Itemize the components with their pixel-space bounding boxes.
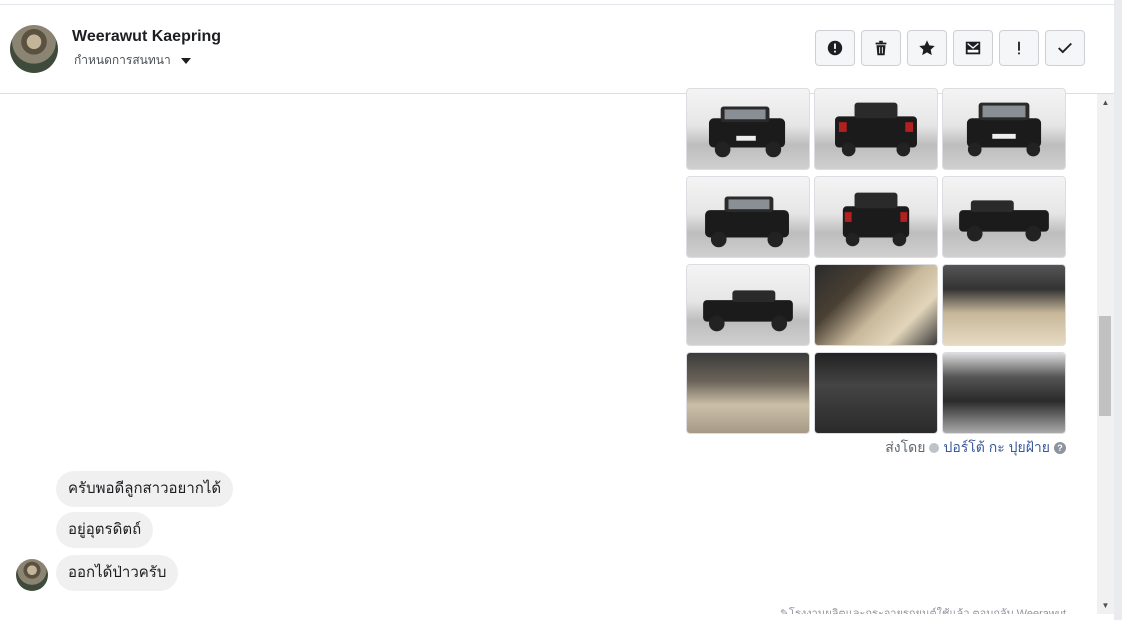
scroll-up-arrow-icon[interactable]: ▲ [1097,94,1114,111]
photo-engine-bay[interactable] [942,352,1066,434]
exclamation-icon [1018,41,1020,55]
header-actions [815,30,1085,66]
spam-button[interactable] [999,30,1039,66]
photo-door-panel[interactable] [814,264,938,346]
mark-unread-button[interactable] [953,30,993,66]
photo-truck-side[interactable] [942,176,1066,258]
photo-dashboard[interactable] [942,264,1066,346]
message-bubble[interactable]: อยู่อุตรดิตถ์ [56,512,154,548]
mark-unread-icon [965,41,981,55]
done-button[interactable] [1045,30,1085,66]
photo-truck-front-left-2[interactable] [686,176,810,258]
contact-avatar[interactable] [10,25,58,73]
conversation-settings-label: กำหนดการสนทนา [74,53,171,67]
contact-name[interactable]: Weerawut Kaepring [72,28,221,46]
sent-by-author-link[interactable]: ปอร์โต้ กะ ปุยฝ้าย [943,437,1050,459]
scroll-down-arrow-icon[interactable]: ▼ [1097,597,1114,614]
message-bubble[interactable]: ออกได้ป่าวครับ [56,555,179,591]
message-bubble[interactable]: ครับพอดีลูกสาวอยากได้ [56,471,234,507]
reply-footnote: ✎โรงงานผลิตและกระจายรถยนต์ใช้แล้ว ตอบกลั… [779,608,1066,614]
check-icon [1058,42,1072,54]
alert-circle-icon [827,40,843,56]
photo-steering-wheel[interactable] [814,352,938,434]
photo-truck-rear-2[interactable] [814,176,938,258]
caret-down-icon [180,57,191,64]
report-button[interactable] [815,30,855,66]
sender-avatar[interactable] [16,559,48,591]
sent-by-prefix: ส่งโดย [885,439,926,455]
photo-truck-rear[interactable] [814,88,938,170]
scrollbar[interactable]: ▲ ▼ [1097,94,1114,614]
star-icon [919,40,935,56]
help-icon[interactable]: ? [1054,442,1066,454]
delete-button[interactable] [861,30,901,66]
trash-icon [875,40,887,56]
conversation-settings-dropdown[interactable]: กำหนดการสนทนา [74,51,191,70]
photo-truck-side-2[interactable] [686,264,810,346]
photo-truck-front[interactable] [942,88,1066,170]
photo-cabin[interactable] [686,352,810,434]
conversation-header: Weerawut Kaepring กำหนดการสนทนา [0,5,1114,94]
window-edge [1114,0,1122,620]
verified-icon [929,443,940,453]
photo-grid [686,88,1066,434]
sent-by-line: ส่งโดย ปอร์โต้ กะ ปุยฝ้าย ? [885,437,1066,459]
photo-truck-front-left[interactable] [686,88,810,170]
scrollbar-thumb[interactable] [1099,316,1111,416]
star-button[interactable] [907,30,947,66]
